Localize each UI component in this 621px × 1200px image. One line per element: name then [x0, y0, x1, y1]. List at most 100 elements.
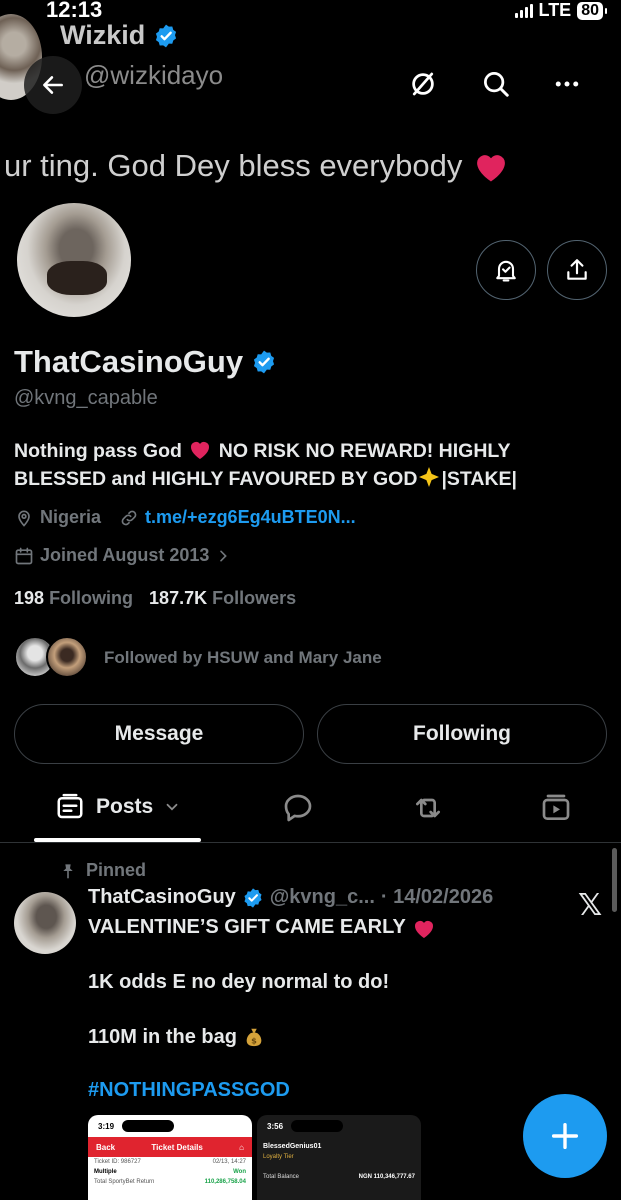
thumb-row: Total Balance NGN 110,346,777.67 — [257, 1162, 421, 1182]
grok-button[interactable] — [405, 66, 441, 102]
post-text: VALENTINE’S GIFT CAME EARLY — [88, 916, 406, 938]
tab-posts[interactable]: Posts — [54, 792, 181, 822]
followers-stat[interactable]: 187.7K Followers — [149, 588, 296, 609]
svg-text:$: $ — [251, 1035, 257, 1045]
thumb-row: Multiple Won — [88, 1167, 252, 1177]
notifications-button[interactable] — [476, 240, 536, 300]
following-label: Following — [49, 588, 134, 608]
share-icon — [567, 259, 587, 280]
heart-icon — [191, 442, 210, 459]
display-name: ThatCasinoGuy — [14, 344, 277, 380]
bio-line-2: BLESSED and HIGHLY FAVOURED BY GOD |STAKE… — [14, 465, 574, 493]
profile-tabs: Posts — [0, 784, 621, 842]
grok-icon — [412, 72, 434, 96]
thumb-text: NGN 110,346,777.67 — [358, 1174, 415, 1180]
banner-tweet: ur ting. God Dey bless everybody — [4, 148, 510, 184]
thumb-text: Total Balance — [263, 1174, 300, 1180]
post-hashtag[interactable]: #NOTHINGPASSGOD — [88, 1079, 290, 1102]
joined-item[interactable]: Joined August 2013 — [14, 545, 231, 566]
pinned-text: Pinned — [86, 860, 147, 880]
post-author[interactable]: ThatCasinoGuy — [88, 886, 236, 909]
chevron-right-icon — [220, 550, 228, 561]
thumb-back: Back — [96, 1142, 116, 1152]
thumb-row: Total SportyBet Return 110,286,758.04 — [88, 1177, 252, 1187]
search-button[interactable] — [478, 66, 514, 102]
post-handle: @kvng_c... — [269, 886, 375, 908]
thumb-text: Won — [233, 1169, 246, 1175]
post-header: ThatCasinoGuy @kvng_c... · 14/02/2026 — [88, 886, 493, 909]
thumb-time: 3:56 — [267, 1121, 284, 1131]
compose-button[interactable] — [523, 1094, 607, 1178]
profile-meta-row: Nigeria t.me/+ezg6Eg4uBTE0N... — [14, 507, 356, 528]
tab-media[interactable] — [539, 792, 573, 824]
verified-icon — [244, 887, 262, 908]
display-name-text: ThatCasinoGuy — [14, 344, 244, 379]
followers-count: 187.7K — [149, 588, 208, 608]
joined-row[interactable]: Joined August 2013 — [14, 545, 231, 566]
bio: Nothing pass God NO RISK NO REWARD! HIGH… — [14, 437, 574, 493]
network-label: LTE — [538, 0, 572, 20]
post-text: 110M in the bag — [88, 1025, 237, 1048]
thumb-home-icon: ⌂ — [239, 1142, 244, 1152]
bio-text: Nothing pass God — [14, 440, 182, 462]
verified-icon — [156, 24, 177, 47]
tab-replies[interactable] — [282, 792, 314, 824]
chevron-down-icon — [166, 803, 178, 811]
followed-by[interactable]: Followed by HSUW and Mary Jane — [14, 636, 382, 680]
more-button[interactable] — [549, 66, 585, 102]
bio-line-1: Nothing pass God NO RISK NO REWARD! HIGH… — [14, 437, 574, 465]
avatar-detail — [47, 261, 107, 295]
post-line: 110M in the bag $ — [88, 1025, 265, 1049]
x-logo-icon: 𝕏 — [578, 889, 603, 922]
message-button[interactable]: Message — [14, 704, 304, 764]
bio-text: |STAKE| — [441, 468, 517, 490]
more-icon — [555, 81, 579, 87]
location-pin-icon — [18, 510, 30, 527]
status-indicators: LTE 80 — [514, 0, 607, 21]
thumb-title: Ticket Details — [151, 1142, 203, 1152]
username: @kvng_capable — [14, 387, 158, 409]
followed-by-avatars — [14, 636, 90, 680]
thumb-island — [122, 1120, 175, 1132]
following-button[interactable]: Following — [317, 704, 607, 764]
thumb-text: Loyalty Tier — [263, 1154, 294, 1160]
media-thumbnail[interactable]: 3:19 Back Ticket Details ⌂ Ticket ID: 98… — [88, 1115, 252, 1200]
thumb-text: 110,286,758.04 — [204, 1179, 246, 1185]
tab-posts-label: Posts — [96, 795, 154, 818]
money-bag-icon: $ — [246, 1028, 262, 1047]
post-date: · 14/02/2026 — [380, 886, 494, 908]
joined-text: Joined August 2013 — [40, 545, 210, 565]
thumb-text: Multiple — [94, 1169, 117, 1175]
share-button[interactable] — [547, 240, 607, 300]
post-avatar[interactable] — [14, 892, 76, 954]
scrollbar[interactable] — [612, 848, 617, 912]
banner-tweet-text: ur ting. God Dey bless everybody — [4, 148, 463, 183]
battery-icon: 80 — [577, 1, 607, 20]
heart-icon — [477, 155, 506, 182]
glowing-star-icon — [419, 467, 440, 487]
back-button[interactable] — [24, 56, 82, 114]
thumb-status-bar: 3:19 — [88, 1115, 252, 1137]
location-item: Nigeria — [14, 507, 101, 528]
thumb-text: Total SportyBet Return — [94, 1179, 155, 1185]
heart-icon — [414, 920, 433, 938]
followed-by-text: Followed by HSUW and Mary Jane — [104, 648, 382, 667]
thumb-text: 02/13, 14:27 — [212, 1159, 246, 1165]
following-stat[interactable]: 198 Following — [14, 588, 133, 609]
profile-link[interactable]: t.me/+ezg6Eg4uBTE0N... — [145, 507, 356, 528]
post-line: 1K odds E no dey normal to do! — [88, 971, 390, 993]
divider — [0, 842, 621, 843]
follow-stats: 198 Following 187.7K Followers — [14, 588, 296, 609]
followers-label: Followers — [212, 588, 297, 608]
arrow-left-icon — [43, 76, 63, 94]
plus-icon — [551, 1122, 579, 1150]
thumb-nav: Back Ticket Details ⌂ — [88, 1137, 252, 1157]
thumb-row: Loyalty Tier — [257, 1152, 421, 1162]
verified-icon — [254, 350, 275, 374]
profile-avatar[interactable] — [14, 200, 134, 320]
tab-reposts[interactable] — [410, 792, 446, 824]
media-thumbnail[interactable]: 3:56 BlessedGenius01 Loyalty Tier Total … — [257, 1115, 421, 1200]
bell-plus-icon — [496, 260, 516, 282]
bio-text: BLESSED and HIGHLY FAVOURED BY GOD — [14, 468, 418, 490]
link-item[interactable]: t.me/+ezg6Eg4uBTE0N... — [119, 507, 356, 528]
